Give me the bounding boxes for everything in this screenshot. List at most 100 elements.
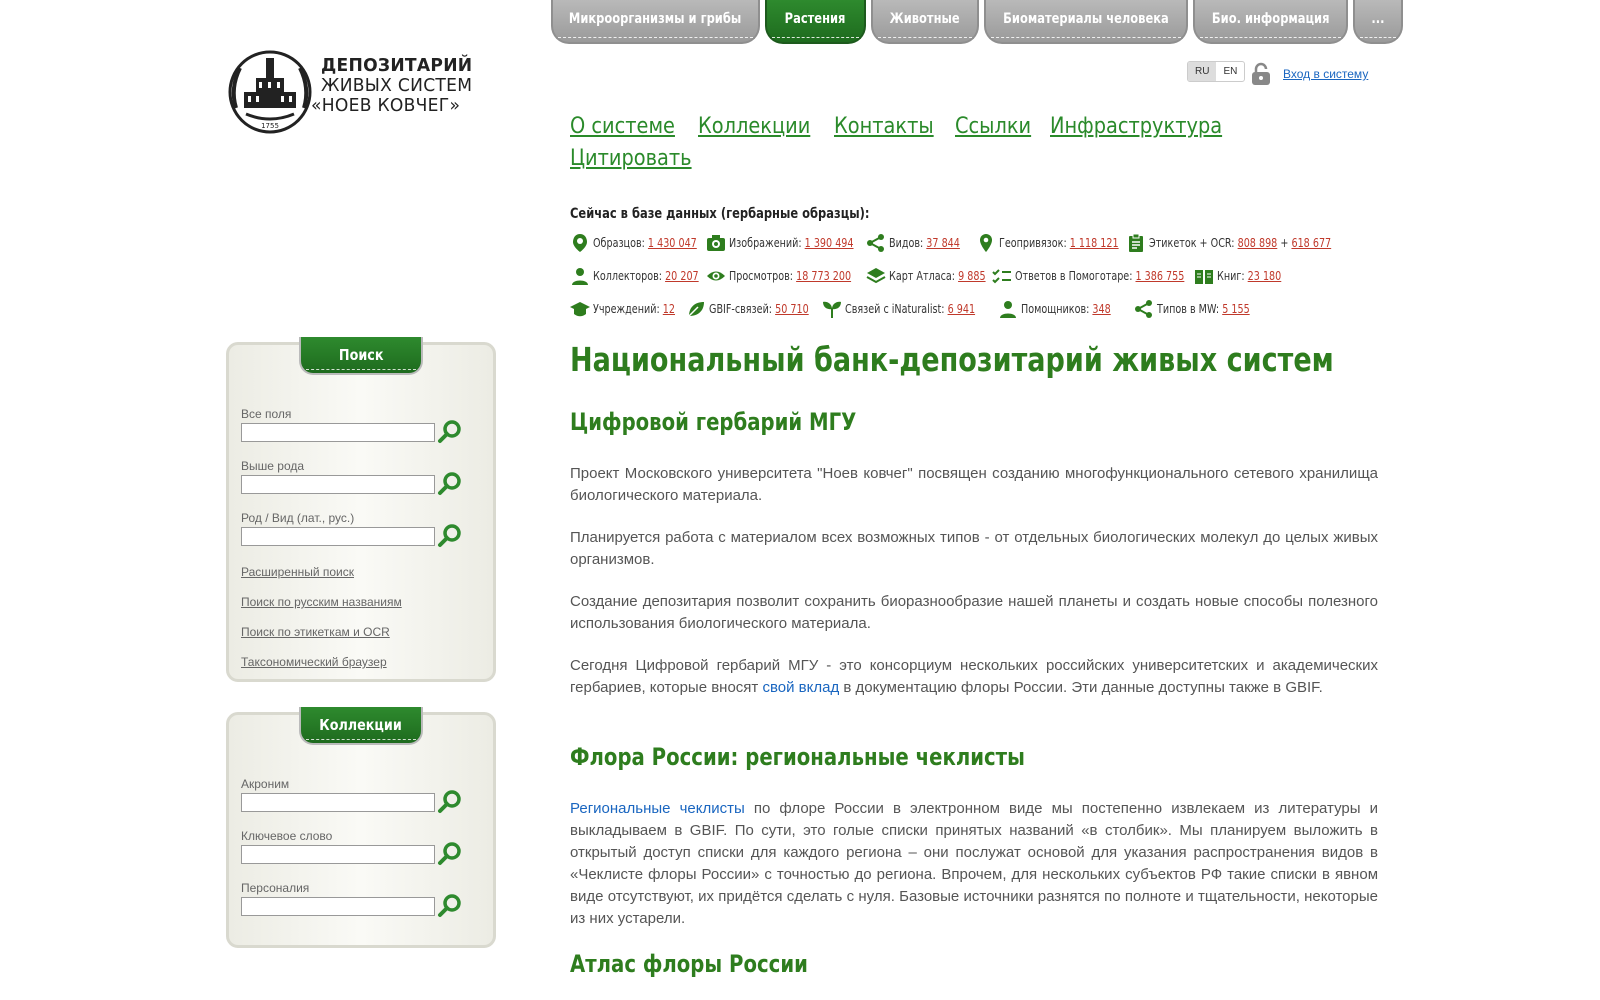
- collection-acronym: Акроним: [241, 777, 461, 813]
- sprout-icon: [823, 301, 841, 318]
- stat-value[interactable]: 20 207: [665, 269, 699, 283]
- regional-checklists-link[interactable]: Региональные чеклисты: [570, 800, 745, 817]
- leaf-pin-icon: [573, 234, 587, 252]
- section-heading-checklists: Флора России: региональные чеклисты: [570, 743, 1025, 771]
- search-icon[interactable]: [437, 789, 463, 815]
- logo-line1: ДЕПОЗИТАРИЙ: [321, 55, 473, 76]
- russian-names-search-link[interactable]: Поиск по русским названиям: [241, 595, 402, 609]
- stat-value[interactable]: 5 155: [1222, 302, 1249, 316]
- search-icon[interactable]: [437, 419, 463, 445]
- contribution-link[interactable]: свой вклад: [762, 679, 839, 696]
- stat-value[interactable]: 1 430 047: [648, 236, 697, 250]
- eye-icon: [707, 271, 725, 281]
- tab-plants[interactable]: Растения: [765, 0, 866, 44]
- search-icon[interactable]: [437, 523, 463, 549]
- map-pin-icon: [980, 234, 992, 252]
- tab-microorganisms[interactable]: Микроорганизмы и грибы: [551, 0, 760, 44]
- keyword-input[interactable]: [241, 845, 435, 864]
- menu-cite[interactable]: Цитировать: [570, 144, 692, 174]
- person-input[interactable]: [241, 897, 435, 916]
- stat-mw-types: Типов в MW: 5 155: [1134, 299, 1273, 319]
- stat-label: Карт Атласа:: [889, 269, 956, 283]
- stat-label: Этикеток + OCR:: [1149, 236, 1235, 250]
- layers-icon: [866, 268, 886, 284]
- stat-value[interactable]: 1 386 755: [1136, 269, 1185, 283]
- stat-label: Образцов:: [593, 236, 645, 250]
- tab-label: ...: [1371, 11, 1385, 27]
- acronym-input[interactable]: [241, 793, 435, 812]
- camera-icon: [707, 235, 725, 251]
- tab-animals[interactable]: Животные: [871, 0, 979, 44]
- stat-label: Связей с iNaturalist:: [845, 302, 945, 316]
- stat-label: Видов:: [889, 236, 924, 250]
- paragraph-5-text: по флоре России в электронном виде мы по…: [570, 800, 1379, 927]
- stat-value[interactable]: 23 180: [1248, 269, 1282, 283]
- field-label: Ключевое слово: [241, 829, 333, 843]
- stats-row-3: Учреждений: 12 GBIF-связей: 50 710 Связе…: [570, 299, 1273, 319]
- advanced-search-link[interactable]: Расширенный поиск: [241, 565, 354, 579]
- search-icon[interactable]: [437, 471, 463, 497]
- paragraph-5: Региональные чеклисты по флоре России в …: [570, 798, 1378, 930]
- stat-value[interactable]: 808 898: [1238, 236, 1278, 250]
- stat-views: Просмотров: 18 773 200: [706, 266, 866, 286]
- tab-label: Животные: [889, 11, 961, 27]
- stats-row-2: Коллекторов: 20 207 Просмотров: 18 773 2…: [570, 266, 1297, 286]
- book-icon: [1195, 270, 1213, 284]
- stat-value[interactable]: 1 118 121: [1070, 236, 1119, 250]
- stat-value[interactable]: 18 773 200: [796, 269, 851, 283]
- paragraph-4: Сегодня Цифровой гербарий МГУ - это конс…: [570, 655, 1378, 699]
- field-label: Персоналия: [241, 881, 310, 895]
- paragraph-2: Планируется работа с материалом всех воз…: [570, 529, 1378, 568]
- menu-links[interactable]: Ссылки: [955, 112, 1031, 142]
- search-icon[interactable]: [437, 841, 463, 867]
- stat-georeferences: Геопривязок: 1 118 121: [976, 233, 1126, 253]
- tab-bio-information[interactable]: Био. информация: [1193, 0, 1348, 44]
- tab-label: Микроорганизмы и грибы: [569, 11, 742, 27]
- login-link[interactable]: Вход в систему: [1283, 67, 1368, 81]
- field-label: Все поля: [241, 407, 292, 421]
- search-above-genus: Выше рода: [241, 459, 461, 495]
- search-above-genus-input[interactable]: [241, 475, 435, 494]
- person-icon: [572, 268, 588, 285]
- section-heading-atlas: Атлас флоры России: [570, 950, 808, 978]
- labels-ocr-search-link[interactable]: Поиск по этикеткам и OCR: [241, 625, 390, 639]
- tab-label: Растения: [785, 11, 846, 27]
- stat-value-2[interactable]: 618 677: [1291, 236, 1331, 250]
- menu-about[interactable]: О системе: [570, 112, 675, 142]
- stat-helpers: Помощников: 348: [998, 299, 1134, 319]
- stat-value[interactable]: 50 710: [775, 302, 809, 316]
- site-logo[interactable]: 1755 ДЕПОЗИТАРИЙ ЖИВЫХ СИСТЕМ «НОЕВ КОВЧ…: [226, 48, 486, 136]
- search-icon[interactable]: [437, 893, 463, 919]
- tab-human-biomaterials[interactable]: Биоматериалы человека: [984, 0, 1188, 44]
- paragraph-4-text-b: в документацию флоры России. Эти данные …: [839, 679, 1323, 696]
- stat-specimens: Образцов: 1 430 047: [570, 233, 706, 253]
- leaf-icon: [688, 302, 704, 317]
- collection-person: Персоналия: [241, 881, 461, 917]
- logo-line2: ЖИВЫХ СИСТЕМ: [321, 75, 473, 96]
- search-all-fields-input[interactable]: [241, 423, 435, 442]
- menu-contacts[interactable]: Контакты: [834, 112, 934, 142]
- search-genus-species: Род / Вид (лат., рус.): [241, 511, 461, 547]
- stat-value[interactable]: 12: [663, 302, 675, 316]
- lang-en-button[interactable]: EN: [1216, 62, 1244, 81]
- tab-label: Биоматериалы человека: [1003, 11, 1169, 27]
- stat-value[interactable]: 6 941: [948, 302, 975, 316]
- search-genus-species-input[interactable]: [241, 527, 435, 546]
- section-heading-herbarium: Цифровой гербарий МГУ: [570, 408, 857, 436]
- field-label: Выше рода: [241, 459, 305, 473]
- stat-gbif-links: GBIF-связей: 50 710: [686, 299, 822, 319]
- tab-more[interactable]: ...: [1353, 0, 1403, 44]
- stat-helper-answers: Ответов в Помоготаре: 1 386 755: [992, 266, 1194, 286]
- taxonomic-browser-link[interactable]: Таксономический браузер: [241, 655, 387, 669]
- stat-value[interactable]: 1 390 494: [805, 236, 854, 250]
- logo-text: ДЕПОЗИТАРИЙ ЖИВЫХ СИСТЕМ «НОЕВ КОВЧЕГ»: [311, 55, 480, 116]
- stat-value[interactable]: 348: [1092, 302, 1110, 316]
- stat-value[interactable]: 9 885: [958, 269, 985, 283]
- lang-ru-button[interactable]: RU: [1188, 62, 1217, 81]
- section-tabs: Микроорганизмы и грибы Растения Животные…: [551, 0, 1408, 46]
- menu-collections[interactable]: Коллекции: [698, 112, 810, 142]
- checklist-icon: [992, 269, 1011, 284]
- menu-infrastructure[interactable]: Инфраструктура: [1050, 112, 1222, 142]
- search-all-fields: Все поля: [241, 407, 461, 443]
- stat-value[interactable]: 37 844: [926, 236, 960, 250]
